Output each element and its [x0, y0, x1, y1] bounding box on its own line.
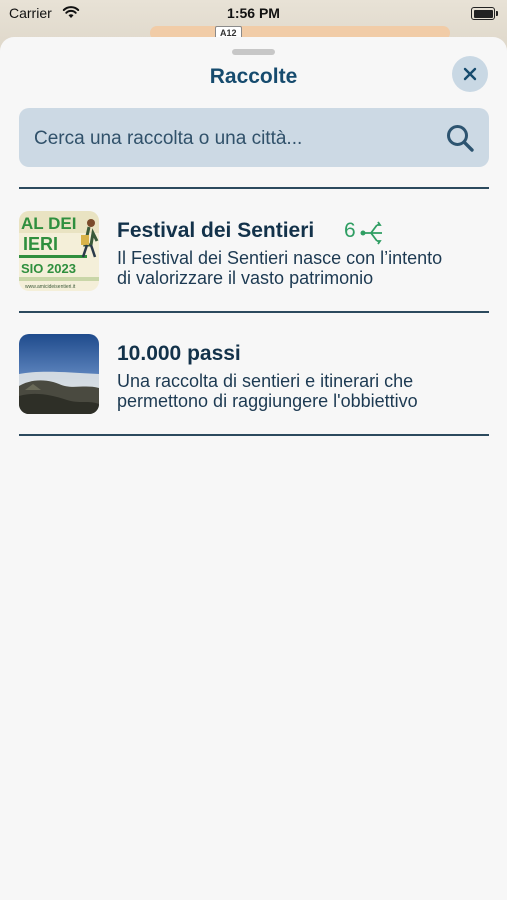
battery-icon: [471, 7, 498, 20]
clock: 1:56 PM: [227, 5, 280, 21]
collection-description: Una raccolta di sentieri e itinerari che…: [117, 371, 497, 411]
search-field[interactable]: Cerca una raccolta o una città...: [19, 108, 489, 167]
thumbnail-text: AL DEI: [21, 214, 76, 233]
collection-count: 6: [344, 219, 356, 242]
collection-title: 10.000 passi: [117, 342, 241, 365]
search-input[interactable]: Cerca una raccolta o una città...: [34, 128, 302, 150]
collection-title: Festival dei Sentieri: [117, 219, 315, 242]
thumbnail-text: www.amicideisentieri.it: [25, 284, 76, 290]
collection-thumbnail: [19, 334, 99, 414]
status-bar: Carrier 1:56 PM: [0, 0, 507, 26]
sheet-grabber[interactable]: [232, 49, 275, 55]
description-line: Il Festival dei Sentieri nasce con l’int…: [117, 248, 443, 268]
sheet-title: Raccolte: [209, 65, 298, 88]
close-icon: [463, 67, 477, 81]
description-line: Una raccolta di sentieri e itinerari che: [117, 371, 414, 391]
description-line: permettono di raggiungere l'obbiettivo: [117, 391, 418, 411]
thumbnail-text: SIO 2023: [21, 261, 76, 276]
divider: [19, 187, 489, 189]
divider: [19, 311, 489, 313]
description-line: di valorizzare il vasto patrimonio: [117, 268, 374, 288]
thumbnail-text: IERI: [23, 234, 58, 254]
close-button[interactable]: [452, 56, 488, 92]
collection-item-10000-passi[interactable]: 10.000 passi Una raccolta di sentieri e …: [19, 334, 489, 414]
collection-thumbnail: AL DEI IERI SIO 2023 www.amicideisentier…: [19, 211, 99, 291]
collection-item-festival-dei-sentieri[interactable]: AL DEI IERI SIO 2023 www.amicideisentier…: [19, 211, 489, 291]
divider: [19, 434, 489, 436]
search-icon: [447, 125, 474, 152]
search-button[interactable]: [445, 123, 475, 153]
branch-network-icon: [360, 221, 382, 245]
collection-description: Il Festival dei Sentieri nasce con l’int…: [117, 248, 497, 288]
collections-sheet: Raccolte Cerca una raccolta o una città.…: [0, 37, 507, 900]
